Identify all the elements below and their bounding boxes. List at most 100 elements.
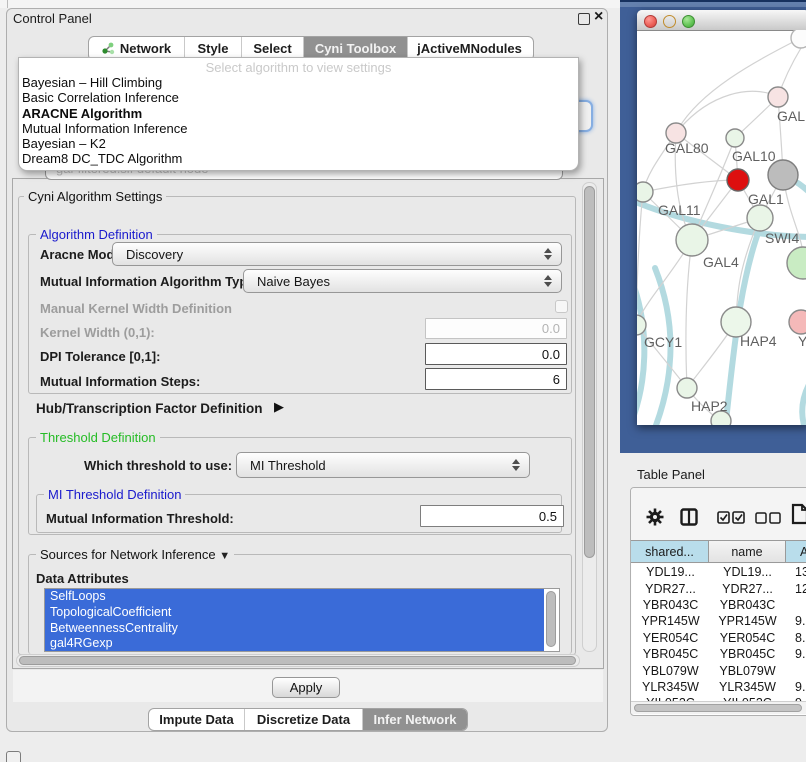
zoom-traffic-button[interactable] <box>682 15 695 28</box>
kernel-width-field: 0.0 <box>425 318 567 339</box>
network-node-selected[interactable] <box>727 169 749 191</box>
network-icon <box>102 42 115 55</box>
node-label: GAL1 <box>748 191 784 207</box>
network-node[interactable] <box>768 87 788 107</box>
bottom-tabbar: Impute Data Discretize Data Infer Networ… <box>148 708 468 731</box>
list-item-topologicalcoefficient[interactable]: TopologicalCoefficient <box>45 605 544 621</box>
table-row[interactable]: YBR045C YBR045C 9. <box>632 646 806 662</box>
table-hscrollbar-track[interactable] <box>631 701 806 714</box>
float-icon[interactable] <box>578 13 590 25</box>
tab-network-label: Network <box>120 41 171 56</box>
node-label: HAP4 <box>740 333 777 349</box>
apply-button[interactable]: Apply <box>272 677 340 698</box>
mi-steps-field[interactable]: 6 <box>425 368 567 390</box>
table-row[interactable]: YDL19... YDL19... 13 <box>632 564 806 580</box>
control-panel-title: Control Panel <box>13 11 92 26</box>
network-node[interactable] <box>747 205 773 231</box>
node-label: GAL80 <box>665 140 709 156</box>
network-node[interactable] <box>791 30 806 48</box>
close-traffic-button[interactable] <box>644 15 657 28</box>
network-window-titlebar[interactable] <box>637 10 806 31</box>
manual-kernel-checkbox[interactable] <box>555 300 568 313</box>
data-attributes-label: Data Attributes <box>36 571 129 586</box>
aracne-mode-value: Discovery <box>113 247 544 262</box>
expand-down-icon[interactable]: ▼ <box>219 550 230 562</box>
node-label: GAL11 <box>658 202 701 218</box>
minimize-traffic-button[interactable] <box>663 15 676 28</box>
table-row[interactable]: YPR145W YPR145W 9. <box>632 613 806 629</box>
dpi-tolerance-field[interactable]: 0.0 <box>425 343 567 365</box>
list-item-betweennesscentrality[interactable]: BetweennessCentrality <box>45 621 544 637</box>
tab-impute-data[interactable]: Impute Data <box>149 709 245 730</box>
app-root: Control Panel × Network Style Select Cyn… <box>0 0 806 762</box>
table-panel: shared... name A YDL19... YDL19... 13 YD… <box>630 487 806 716</box>
network-node[interactable] <box>726 129 744 147</box>
mi-threshold-group-title: MI Threshold Definition <box>44 487 185 502</box>
network-window: GAL GAL80 GAL10 GAL11 GAL1 SWI4 GAL4 GCY… <box>637 10 806 425</box>
menu-item-dream8[interactable]: Dream8 DC_TDC Algorithm <box>19 151 578 166</box>
list-item-gal4rgexp[interactable]: gal4RGexp <box>45 636 544 652</box>
cyni-settings-group-title: Cyni Algorithm Settings <box>24 189 166 204</box>
vertical-scrollbar-thumb[interactable] <box>584 186 595 558</box>
tab-discretize-data[interactable]: Discretize Data <box>245 709 363 730</box>
node-label: SWI4 <box>765 230 799 246</box>
menu-item-bayesian-k2[interactable]: Bayesian – K2 <box>19 136 578 151</box>
table-hscrollbar-thumb[interactable] <box>634 704 802 712</box>
stepper-arrows-icon <box>512 459 520 471</box>
algorithm-dropdown-menu: Select algorithm to view settings Bayesi… <box>18 57 579 171</box>
gear-icon[interactable] <box>645 507 665 527</box>
which-threshold-combo[interactable]: MI Threshold <box>236 452 530 478</box>
corner-grip-icon[interactable] <box>6 751 21 762</box>
dpi-tolerance-label: DPI Tolerance [0,1]: <box>40 349 160 364</box>
which-threshold-label: Which threshold to use: <box>84 458 232 473</box>
algorithm-definition-title: Algorithm Definition <box>36 227 157 242</box>
data-attributes-list: SelfLoops TopologicalCoefficient Between… <box>44 588 560 652</box>
sources-title-text: Sources for Network Inference <box>40 547 216 562</box>
menu-item-bayesian-hill-climbing[interactable]: Bayesian – Hill Climbing <box>19 75 578 90</box>
network-node[interactable] <box>677 378 697 398</box>
mi-type-combo[interactable]: Naive Bayes <box>243 269 562 293</box>
node-label: GCY1 <box>644 334 682 350</box>
list-scrollbar[interactable] <box>546 591 556 647</box>
horizontal-scrollbar-thumb[interactable] <box>19 656 576 665</box>
network-node[interactable] <box>789 310 806 334</box>
column-header-shared-name[interactable]: shared... <box>631 541 709 562</box>
network-node[interactable] <box>787 247 806 279</box>
table-header-row: shared... name A <box>631 540 806 563</box>
mi-type-value: Naive Bayes <box>244 274 544 289</box>
network-canvas[interactable]: GAL GAL80 GAL10 GAL11 GAL1 SWI4 GAL4 GCY… <box>637 30 806 425</box>
menu-item-basic-correlation[interactable]: Basic Correlation Inference <box>19 90 578 105</box>
column-header-partial[interactable]: A <box>786 541 806 562</box>
network-node[interactable] <box>768 160 798 190</box>
close-icon[interactable]: × <box>594 8 603 26</box>
menu-item-mutual-information[interactable]: Mutual Information Inference <box>19 121 578 136</box>
table-row[interactable]: YDR27... YDR27... 12 <box>632 580 806 596</box>
table-row[interactable]: YER054C YER054C 8. <box>632 630 806 646</box>
table-row[interactable]: YBR043C YBR043C <box>632 597 806 613</box>
tab-infer-network[interactable]: Infer Network <box>363 709 467 730</box>
network-node[interactable] <box>676 224 708 256</box>
column-header-name[interactable]: name <box>709 541 786 562</box>
mi-threshold-label: Mutual Information Threshold: <box>46 511 234 526</box>
manual-kernel-label: Manual Kernel Width Definition <box>40 301 232 316</box>
deselect-all-columns-icon[interactable] <box>755 512 781 524</box>
select-all-columns-icon[interactable] <box>717 511 745 524</box>
top-strip-divider <box>7 0 8 8</box>
node-label: Y <box>798 333 806 349</box>
stepper-arrows-icon <box>544 275 552 287</box>
network-node[interactable] <box>637 182 653 202</box>
menu-item-aracne[interactable]: ARACNE Algorithm <box>19 106 578 121</box>
list-item-selfloops[interactable]: SelfLoops <box>45 589 544 605</box>
threshold-definition-title: Threshold Definition <box>36 430 160 445</box>
mi-type-label: Mutual Information Algorithm Type: <box>40 274 259 289</box>
table-row[interactable]: YBL079W YBL079W <box>632 662 806 678</box>
which-threshold-value: MI Threshold <box>237 458 512 473</box>
new-table-icon[interactable] <box>791 503 806 525</box>
node-label: HAP2 <box>691 398 728 414</box>
aracne-mode-combo[interactable]: Discovery <box>112 242 562 266</box>
columns-icon[interactable] <box>680 508 698 526</box>
collapse-right-icon[interactable]: ▶ <box>274 399 284 415</box>
table-toolbar <box>631 488 806 540</box>
mi-threshold-field[interactable]: 0.5 <box>420 505 564 527</box>
table-row[interactable]: YLR345W YLR345W 9. <box>632 679 806 695</box>
